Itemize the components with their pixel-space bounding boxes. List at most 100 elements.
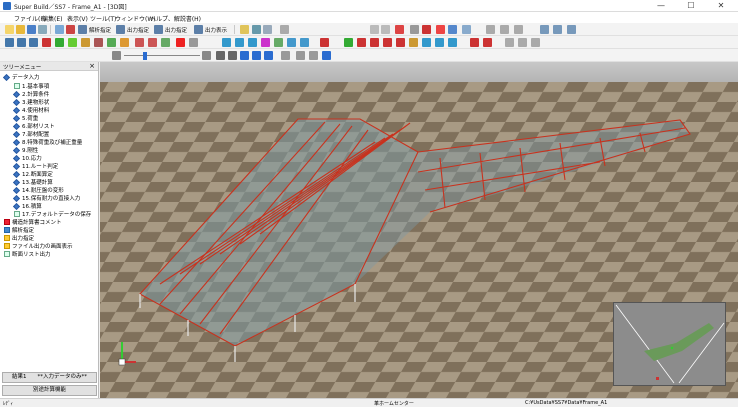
brace-icon[interactable] [81,38,90,47]
folder-icon[interactable] [240,25,249,34]
member-d-icon[interactable] [176,38,185,47]
view-c-icon[interactable] [252,51,261,60]
close-icon[interactable]: × [89,62,95,70]
member-c-icon[interactable] [161,38,170,47]
tree-item-default-save[interactable]: 17.デフォルトデータの保存 [14,210,91,218]
result-tab-button[interactable]: 結果1 **入力データのみ** [2,372,97,383]
maximize-button[interactable]: ☐ [680,0,702,12]
copy-icon[interactable] [381,25,390,34]
column-icon[interactable] [42,38,51,47]
tree-item-material[interactable]: 4.使用材料 [12,106,49,115]
tool-a-icon[interactable] [410,25,419,34]
node-d-icon[interactable] [261,38,270,47]
view-e-icon[interactable] [281,51,290,60]
tool-b-icon[interactable] [422,25,431,34]
mirror-icon[interactable] [514,25,523,34]
print-icon[interactable] [38,25,47,34]
tree-item-file-output[interactable]: ファイル出力の画面表示 [4,242,73,250]
rotate-icon[interactable] [500,25,509,34]
new-file-icon[interactable] [5,25,14,34]
tree-item-special-load[interactable]: 8.特殊荷重及び補正重量 [12,138,82,147]
tree-root-data-input[interactable]: データ入力 [2,73,40,82]
grid-icon[interactable] [263,25,272,34]
view-a-icon[interactable] [228,51,237,60]
member-a-icon[interactable] [135,38,144,47]
red-d-icon[interactable] [383,38,392,47]
red-a-icon[interactable] [320,38,329,47]
cut-icon[interactable] [370,25,379,34]
tree-item-stress[interactable]: 10.応力 [12,154,42,163]
node-b-icon[interactable] [235,38,244,47]
load-icon[interactable] [120,38,129,47]
tree-item-calc-cond[interactable]: 2.計算条件 [12,90,49,99]
node-a-icon[interactable] [222,38,231,47]
grid-elev-icon[interactable] [17,38,26,47]
output2-icon[interactable] [154,25,163,34]
tree-item-section-list[interactable]: 断面リスト出力 [4,250,51,258]
view-f-icon[interactable] [296,51,305,60]
analysis-button[interactable]: 解析指定 [89,26,111,34]
window-icon[interactable] [252,25,261,34]
output-icon[interactable] [116,25,125,34]
red-c-icon[interactable] [370,38,379,47]
camera-icon[interactable] [216,51,225,60]
node-c-icon[interactable] [248,38,257,47]
blue-c-icon[interactable] [448,38,457,47]
member-e-icon[interactable] [189,38,198,47]
layer-c-icon[interactable] [531,38,540,47]
output-display-icon[interactable] [194,25,203,34]
window-new-icon[interactable] [567,25,576,34]
yellow-a-icon[interactable] [409,38,418,47]
tree-item-route[interactable]: 11.ルート判定 [12,162,58,171]
menu-edit[interactable]: 編集(E) [42,14,62,23]
zoom-slider-thumb[interactable] [143,52,147,60]
undo-icon[interactable] [280,25,289,34]
move-icon[interactable] [486,25,495,34]
menu-view[interactable]: 表示(V) [67,14,88,23]
minimap[interactable] [613,302,726,386]
red-f-icon[interactable] [470,38,479,47]
red-g-icon[interactable] [483,38,492,47]
zoom-out-icon[interactable] [112,51,121,60]
tree-item-analysis[interactable]: 解析指定 [4,226,34,234]
slab-icon[interactable] [94,38,103,47]
tree-item-stiffness[interactable]: 9.剛性 [12,146,38,155]
node-e-icon[interactable] [274,38,283,47]
close-button[interactable]: ✕ [710,0,732,12]
tree-item-section[interactable]: 12.断面算定 [12,170,53,179]
node-f-icon[interactable] [287,38,296,47]
menu-tools[interactable]: ツール(T) [90,14,116,23]
tool-c-icon[interactable] [436,25,445,34]
zoom-in-icon[interactable] [202,51,211,60]
grid-3d-icon[interactable] [29,38,38,47]
tree-item-shape[interactable]: 3.建物形状 [12,98,49,107]
member-b-icon[interactable] [148,38,157,47]
calc-icon[interactable] [55,25,64,34]
minimize-button[interactable]: — [650,0,672,12]
tree-item-member-list[interactable]: 6.部材リスト [12,122,55,131]
view-b-icon[interactable] [240,51,249,60]
3d-view[interactable] [100,62,738,400]
layer-a-icon[interactable] [505,38,514,47]
zoom-slider-track[interactable] [124,55,200,56]
tool-d-icon[interactable] [448,25,457,34]
window-cascade-icon[interactable] [553,25,562,34]
output-display-button[interactable]: 出力表示 [205,26,227,34]
analysis-icon[interactable] [78,25,87,34]
window-tile-icon[interactable] [540,25,549,34]
tree-item-foundation[interactable]: 13.基礎計算 [12,178,53,187]
delete-icon[interactable] [395,25,404,34]
blue-a-icon[interactable] [422,38,431,47]
save-icon[interactable] [27,25,36,34]
tool-e-icon[interactable] [462,25,471,34]
output2-button[interactable]: 出力指定 [165,26,187,34]
tree-item-basic[interactable]: 1.基本事項 [14,82,49,90]
red-b-icon[interactable] [357,38,366,47]
beam-icon[interactable] [55,38,64,47]
filter-icon[interactable] [322,51,331,60]
open-folder-icon[interactable] [16,25,25,34]
blue-b-icon[interactable] [435,38,444,47]
tree-item-estimate[interactable]: 16.積算 [12,202,42,211]
calc-run-icon[interactable] [66,25,75,34]
node-g-icon[interactable] [300,38,309,47]
